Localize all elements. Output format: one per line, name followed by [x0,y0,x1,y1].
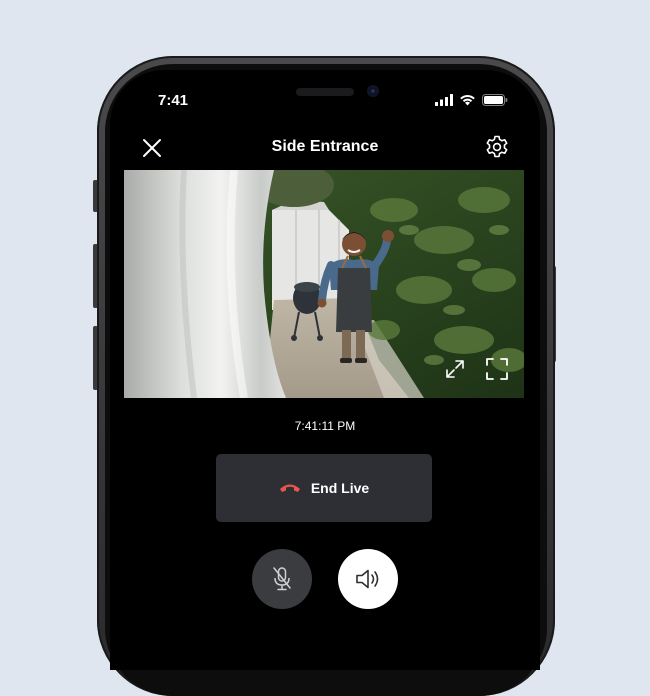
status-time: 7:41 [158,92,189,109]
live-video-feed[interactable] [124,170,524,398]
battery-icon [482,94,508,106]
app-screen: 7:41 Side Entrance 7:41:11 PM End Live [110,70,540,670]
end-live-button[interactable]: End Live [216,454,432,522]
front-camera [367,85,379,97]
speaker-button[interactable] [338,549,398,609]
fullscreen-icon [486,358,508,380]
wifi-icon [460,94,475,106]
header: Side Entrance [110,130,540,162]
signal-icon [435,94,453,106]
settings-button[interactable] [484,134,510,160]
gear-icon [486,135,508,158]
speaker-icon [356,569,379,589]
earpiece-speaker [296,88,354,96]
end-live-label: End Live [310,480,370,496]
status-icons [435,94,508,106]
mic-muted-icon [273,567,291,591]
expand-button[interactable] [444,358,466,380]
live-timestamp: 7:41:11 PM [294,419,356,433]
mute-microphone-button[interactable] [252,549,312,609]
end-call-icon [279,484,300,492]
fullscreen-button[interactable] [485,357,509,381]
expand-icon [446,360,464,378]
page-title: Side Entrance [271,138,379,155]
